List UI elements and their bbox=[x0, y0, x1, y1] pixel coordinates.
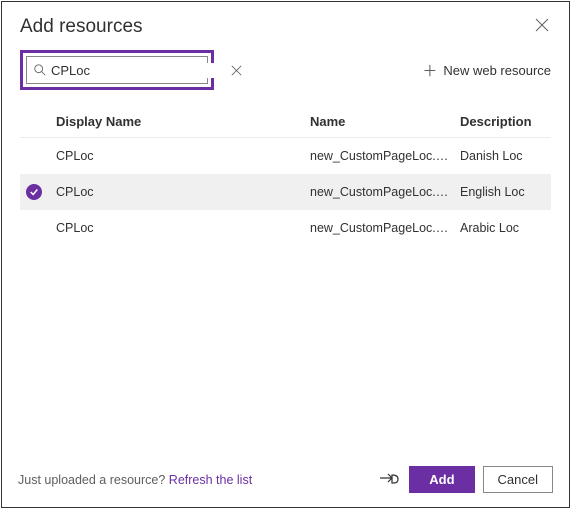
cell-name: new_CustomPageLoc.1033.r… bbox=[310, 185, 460, 199]
table-row[interactable]: CPLoc new_CustomPageLoc.1033.r… English … bbox=[20, 174, 551, 210]
new-resource-label: New web resource bbox=[443, 63, 551, 78]
resources-table: Display Name Name Description CPLoc new_… bbox=[2, 106, 569, 454]
footer-prompt-text: Just uploaded a resource? bbox=[18, 473, 169, 487]
pointing-hand-icon bbox=[377, 469, 401, 490]
dialog-title: Add resources bbox=[20, 16, 143, 38]
close-button[interactable] bbox=[533, 16, 551, 37]
close-icon bbox=[535, 20, 549, 35]
cell-display-name: CPLoc bbox=[56, 221, 310, 235]
search-icon bbox=[33, 63, 47, 77]
column-header-display-name[interactable]: Display Name bbox=[56, 114, 310, 129]
cell-description: English Loc bbox=[460, 185, 551, 199]
column-header-name[interactable]: Name bbox=[310, 114, 460, 129]
row-checkbox[interactable] bbox=[20, 184, 56, 200]
clear-search-button[interactable] bbox=[231, 65, 242, 76]
add-resources-dialog: Add resources ＋ New web resource bbox=[1, 1, 570, 508]
cell-name: new_CustomPageLoc.1025.loc bbox=[310, 221, 460, 235]
search-highlight bbox=[20, 50, 214, 90]
table-row[interactable]: CPLoc new_CustomPageLoc.1030.r… Danish L… bbox=[20, 138, 551, 174]
cell-display-name: CPLoc bbox=[56, 149, 310, 163]
checkmark-icon bbox=[26, 184, 42, 200]
cell-name: new_CustomPageLoc.1030.r… bbox=[310, 149, 460, 163]
refresh-list-link[interactable]: Refresh the list bbox=[169, 473, 252, 487]
footer-actions: Add Cancel bbox=[377, 466, 553, 493]
dialog-header: Add resources bbox=[2, 2, 569, 44]
new-web-resource-button[interactable]: ＋ New web resource bbox=[422, 60, 551, 81]
search-box[interactable] bbox=[26, 56, 208, 84]
table-header-row: Display Name Name Description bbox=[20, 106, 551, 138]
table-row[interactable]: CPLoc new_CustomPageLoc.1025.loc Arabic … bbox=[20, 210, 551, 246]
column-header-description[interactable]: Description bbox=[460, 114, 551, 129]
dialog-footer: Just uploaded a resource? Refresh the li… bbox=[2, 454, 569, 507]
cancel-button[interactable]: Cancel bbox=[483, 466, 553, 493]
search-input[interactable] bbox=[47, 63, 231, 78]
plus-icon: ＋ bbox=[422, 60, 437, 81]
cell-description: Danish Loc bbox=[460, 149, 551, 163]
cell-description: Arabic Loc bbox=[460, 221, 551, 235]
add-button[interactable]: Add bbox=[409, 466, 474, 493]
cell-display-name: CPLoc bbox=[56, 185, 310, 199]
footer-hint: Just uploaded a resource? Refresh the li… bbox=[18, 473, 252, 487]
toolbar: ＋ New web resource bbox=[2, 44, 569, 106]
